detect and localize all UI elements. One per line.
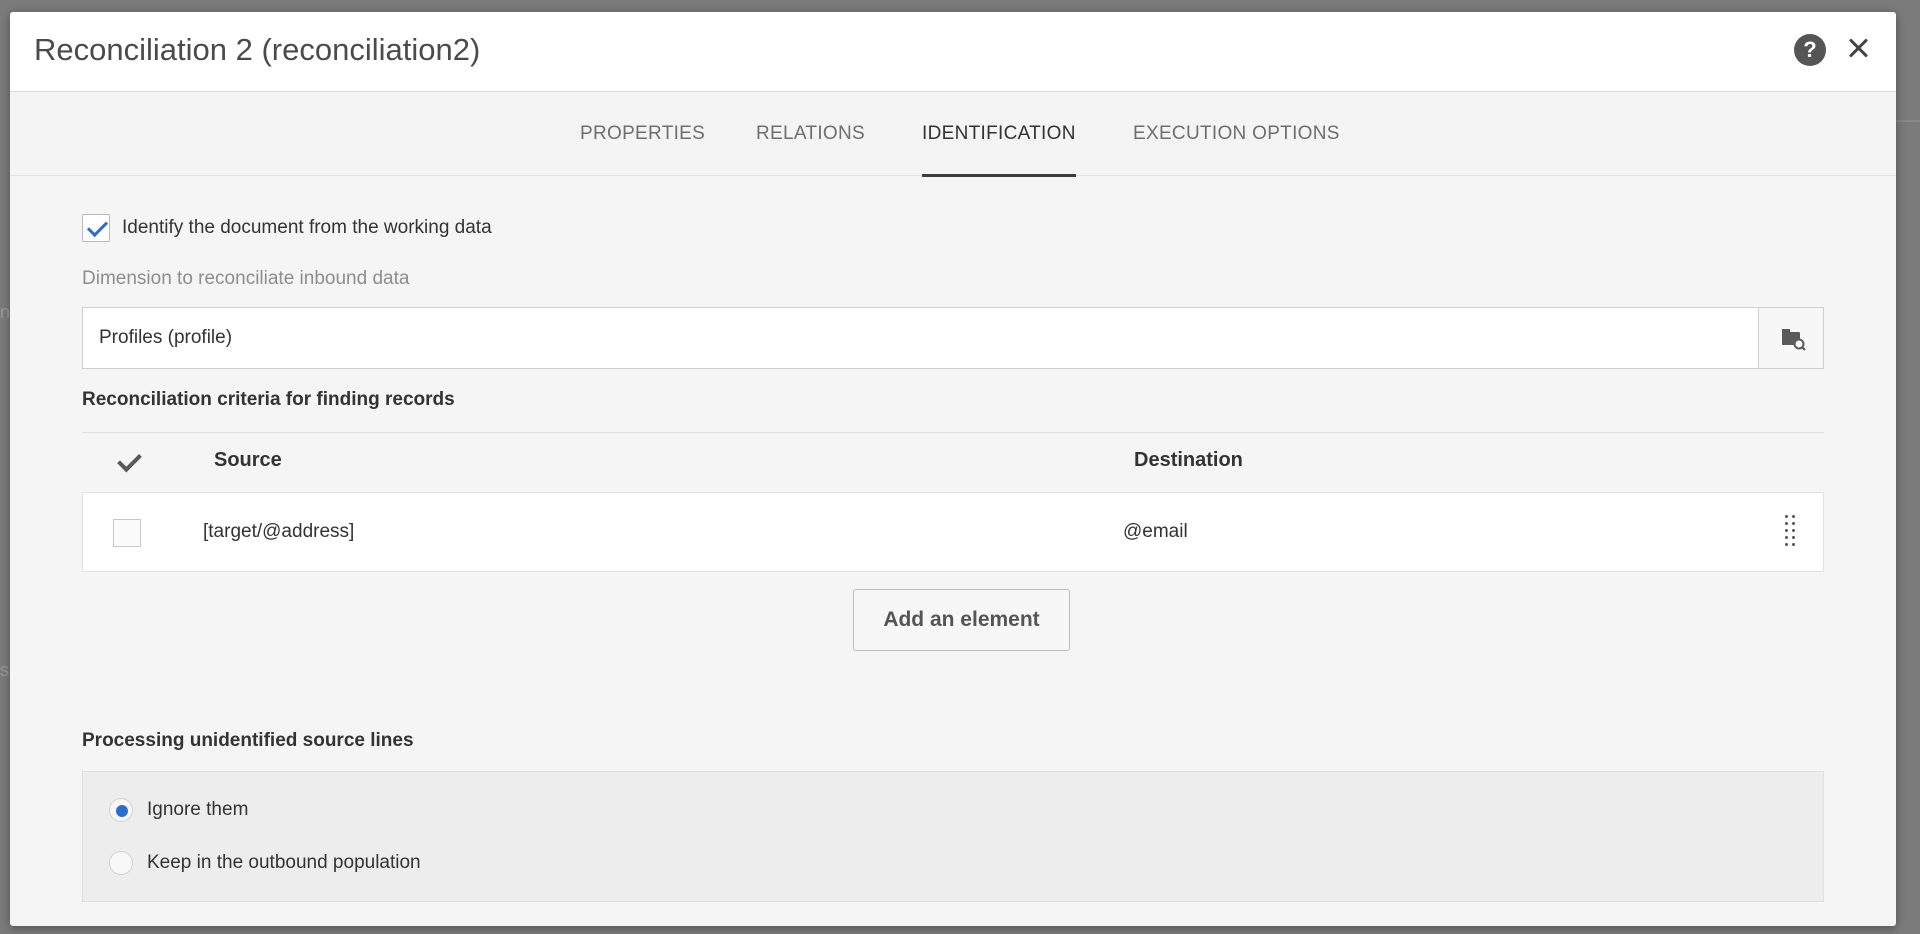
close-icon[interactable]	[1840, 30, 1876, 66]
tab-relations[interactable]: RELATIONS	[756, 92, 865, 176]
radio-label: Keep in the outbound population	[147, 852, 421, 873]
identify-checkbox-row[interactable]: Identify the document from the working d…	[82, 214, 492, 242]
backdrop-text: n	[0, 302, 11, 322]
source-column-header: Source	[214, 449, 282, 471]
tab-identification[interactable]: IDENTIFICATION	[922, 92, 1076, 177]
tab-properties[interactable]: PROPERTIES	[580, 92, 705, 176]
table-row[interactable]: [target/@address] @email	[82, 492, 1824, 572]
dialog-header: Reconciliation 2 (reconciliation2) ?	[10, 12, 1896, 92]
identify-checkbox-label: Identify the document from the working d…	[122, 217, 492, 238]
radio-ignore-them[interactable]: Ignore them	[109, 798, 248, 822]
backdrop-divider	[1894, 120, 1920, 122]
identify-checkbox[interactable]	[82, 214, 110, 242]
criteria-title: Reconciliation criteria for finding reco…	[82, 389, 455, 410]
folder-search-icon	[1782, 329, 1806, 351]
unidentified-options: Ignore them Keep in the outbound populat…	[82, 771, 1824, 902]
drag-handle-icon[interactable]	[1783, 515, 1797, 547]
dimension-picker-button[interactable]	[1758, 307, 1824, 369]
add-element-button[interactable]: Add an element	[853, 589, 1070, 651]
backdrop-text: s	[0, 660, 9, 680]
dialog-title: Reconciliation 2 (reconciliation2)	[34, 32, 481, 67]
radio-label: Ignore them	[147, 799, 249, 820]
tab-bar: PROPERTIES RELATIONS IDENTIFICATION EXEC…	[10, 92, 1896, 177]
dimension-input[interactable]	[82, 307, 1758, 369]
unidentified-title: Processing unidentified source lines	[82, 730, 414, 751]
radio-keep-outbound[interactable]: Keep in the outbound population	[109, 851, 421, 875]
radio-keep-outbound-button[interactable]	[109, 851, 133, 875]
dimension-label: Dimension to reconciliate inbound data	[82, 268, 410, 289]
row-destination: @email	[1123, 521, 1188, 542]
criteria-table-header: Source Destination	[82, 432, 1824, 490]
row-source: [target/@address]	[203, 521, 355, 542]
tab-execution-options[interactable]: EXECUTION OPTIONS	[1133, 92, 1340, 176]
reconciliation-dialog: Reconciliation 2 (reconciliation2) ? PRO…	[10, 12, 1896, 926]
select-all-check-icon[interactable]	[114, 449, 144, 475]
help-icon[interactable]: ?	[1794, 34, 1826, 66]
row-checkbox[interactable]	[113, 519, 141, 547]
destination-column-header: Destination	[1134, 449, 1243, 471]
radio-ignore-them-button[interactable]	[109, 798, 133, 822]
